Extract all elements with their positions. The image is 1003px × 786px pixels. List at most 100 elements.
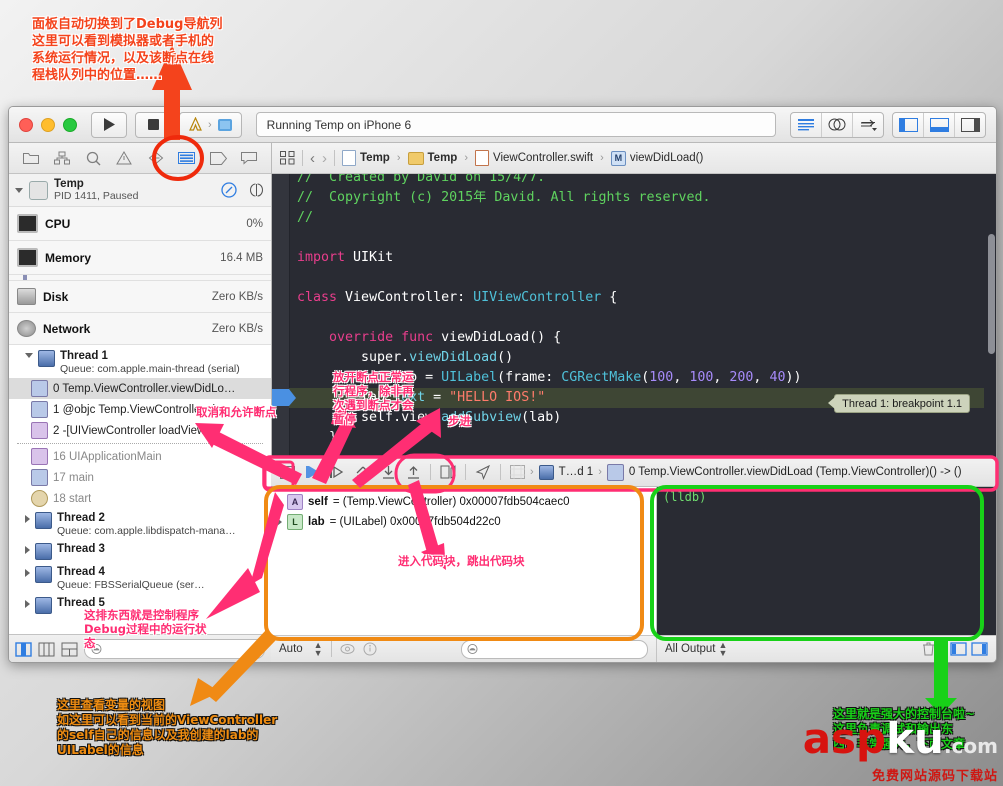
stack-frame-row[interactable]: 0 Temp.ViewController.viewDidLo…: [9, 378, 271, 399]
debug-navigator-list[interactable]: Temp PID 1411, Paused CPU 0%: [9, 174, 271, 634]
sidebar-item-test-navigator[interactable]: [145, 148, 167, 168]
warning-icon: [116, 151, 132, 165]
stack-frame-row[interactable]: 17 main: [9, 467, 271, 488]
variables-list[interactable]: A self = (Temp.ViewController) 0x00007fd…: [271, 487, 656, 635]
gauge-report-icon[interactable]: [221, 182, 237, 198]
minimize-button[interactable]: [41, 118, 55, 132]
navigator-footer: [9, 634, 271, 663]
code-token: (): [497, 350, 513, 365]
sidebar-item-find-navigator[interactable]: [82, 148, 104, 168]
disclosure-triangle-icon[interactable]: [277, 518, 282, 526]
navigator-filter-input[interactable]: [102, 642, 258, 656]
standard-editor-button[interactable]: [791, 113, 822, 137]
disclosure-triangle-icon[interactable]: [25, 515, 30, 523]
thread-icon: [35, 597, 52, 614]
filter-view-icon[interactable]: [248, 183, 265, 197]
filter-icon: [467, 643, 478, 655]
chevron-updown-icon[interactable]: ▲▼: [719, 641, 728, 657]
code-token: viewDidLoad: [409, 350, 497, 365]
thread-row[interactable]: Thread 2 Queue: com.apple.libdispatch-ma…: [9, 509, 271, 540]
forward-chevron-icon[interactable]: ›: [322, 150, 327, 167]
thread-row[interactable]: Thread 5: [9, 594, 271, 617]
navigator-filter-field[interactable]: [84, 639, 265, 659]
disclosure-triangle-icon[interactable]: [15, 188, 23, 193]
step-over-button[interactable]: [329, 463, 346, 481]
sidebar-item-symbol-navigator[interactable]: [51, 148, 73, 168]
toggle-debug-area-button[interactable]: [924, 113, 955, 137]
stack-frame-row[interactable]: 1 @objc Temp.ViewController.view…: [9, 399, 271, 420]
variable-row[interactable]: A self = (Temp.ViewController) 0x00007fd…: [271, 492, 656, 512]
related-items-icon[interactable]: [280, 151, 295, 165]
eye-icon[interactable]: [340, 643, 355, 655]
breadcrumb-item-symbol[interactable]: M viewDidLoad(): [611, 151, 704, 166]
frame-label: 1 @objc Temp.ViewController.view…: [53, 404, 241, 416]
gauge-row-network[interactable]: Network Zero KB/s: [9, 313, 271, 345]
thread-row[interactable]: Thread 3: [9, 540, 271, 563]
continue-button[interactable]: [304, 463, 320, 481]
thread-row[interactable]: Thread 1 Queue: com.apple.main-thread (s…: [9, 345, 271, 378]
view-hierarchy-button[interactable]: [440, 463, 456, 481]
disclosure-triangle-icon[interactable]: [25, 353, 33, 358]
frame-icon: [31, 401, 48, 418]
sidebar-item-project-navigator[interactable]: [20, 148, 42, 168]
chevron-updown-icon[interactable]: ▲▼: [314, 641, 323, 657]
sidebar-item-log-navigator[interactable]: [238, 148, 260, 168]
disclosure-triangle-icon[interactable]: [25, 546, 30, 554]
sidebar-item-breakpoint-navigator[interactable]: [207, 148, 229, 168]
simulate-location-button[interactable]: [475, 463, 491, 481]
show-console-icon[interactable]: [971, 642, 988, 656]
disclosure-triangle-icon[interactable]: [25, 600, 30, 608]
thread-name: Thread 4: [57, 566, 205, 579]
toggle-utilities-button[interactable]: [955, 113, 985, 137]
info-icon[interactable]: [363, 642, 377, 656]
variables-search-field[interactable]: [461, 640, 648, 659]
assistant-editor-button[interactable]: [822, 113, 853, 137]
view-mode-1-icon[interactable]: [15, 642, 32, 657]
breakpoint-marker-icon[interactable]: [272, 389, 289, 406]
variable-value: = (Temp.ViewController) 0x00007fdb504cae…: [333, 496, 570, 508]
show-variables-icon[interactable]: [950, 642, 967, 656]
back-chevron-icon[interactable]: ‹: [310, 150, 315, 167]
gauge-row-memory[interactable]: Memory 16.4 MB: [9, 241, 271, 275]
thread-row[interactable]: Thread 4 Queue: FBSSerialQueue (ser…: [9, 563, 271, 594]
breadcrumb-item-file[interactable]: ViewController.swift: [475, 150, 593, 166]
editor-scrollbar[interactable]: [988, 234, 995, 354]
run-button[interactable]: [91, 112, 127, 138]
variables-scope-select[interactable]: Auto: [279, 643, 303, 655]
breadcrumb-item-project[interactable]: Temp: [342, 150, 390, 166]
debug-breadcrumb[interactable]: › T…d 1 › 0 Temp.ViewController.viewDidL…: [510, 464, 962, 481]
toggle-navigator-button[interactable]: [893, 113, 924, 137]
step-into-button[interactable]: [380, 463, 396, 481]
console-output[interactable]: (lldb): [657, 487, 996, 635]
method-symbol-icon: M: [611, 151, 626, 166]
code-token: class: [297, 290, 345, 305]
console-filter-select[interactable]: All Output: [665, 643, 716, 655]
gauge-row-disk[interactable]: Disk Zero KB/s: [9, 281, 271, 313]
stack-frame-row[interactable]: 2 -[UIViewController loadView…: [9, 420, 271, 441]
code-token: // Created by David on 15/4/7.: [297, 174, 545, 185]
breadcrumb-label: Temp: [360, 152, 390, 164]
sidebar-item-issue-navigator[interactable]: [113, 148, 135, 168]
disclosure-triangle-icon[interactable]: [277, 498, 282, 506]
stack-frame-row[interactable]: 18 start: [9, 488, 271, 509]
close-button[interactable]: [19, 118, 33, 132]
gauge-row-cpu[interactable]: CPU 0%: [9, 207, 271, 241]
process-row[interactable]: Temp PID 1411, Paused: [9, 174, 271, 207]
version-editor-button[interactable]: [853, 113, 883, 137]
disclosure-triangle-icon[interactable]: [25, 569, 30, 577]
view-mode-2-icon[interactable]: [38, 642, 55, 657]
step-out-button[interactable]: [405, 463, 421, 481]
variables-search-input[interactable]: [478, 642, 642, 656]
scheme-selector[interactable]: ›: [179, 112, 242, 138]
variable-row[interactable]: L lab = (UILabel) 0x00007fdb504d22c0: [271, 512, 656, 532]
cpu-icon: [17, 214, 38, 233]
stack-frame-row[interactable]: 16 UIApplicationMain: [9, 446, 271, 467]
trash-icon[interactable]: [922, 642, 935, 656]
zoom-button[interactable]: [63, 118, 77, 132]
breadcrumb-item-folder[interactable]: Temp: [408, 152, 458, 165]
hide-debug-button[interactable]: [279, 463, 295, 481]
stop-button[interactable]: [135, 112, 171, 138]
sidebar-item-debug-navigator[interactable]: [176, 148, 198, 168]
deactivate-breakpoints-button[interactable]: [355, 463, 371, 481]
view-mode-3-icon[interactable]: [61, 642, 78, 657]
